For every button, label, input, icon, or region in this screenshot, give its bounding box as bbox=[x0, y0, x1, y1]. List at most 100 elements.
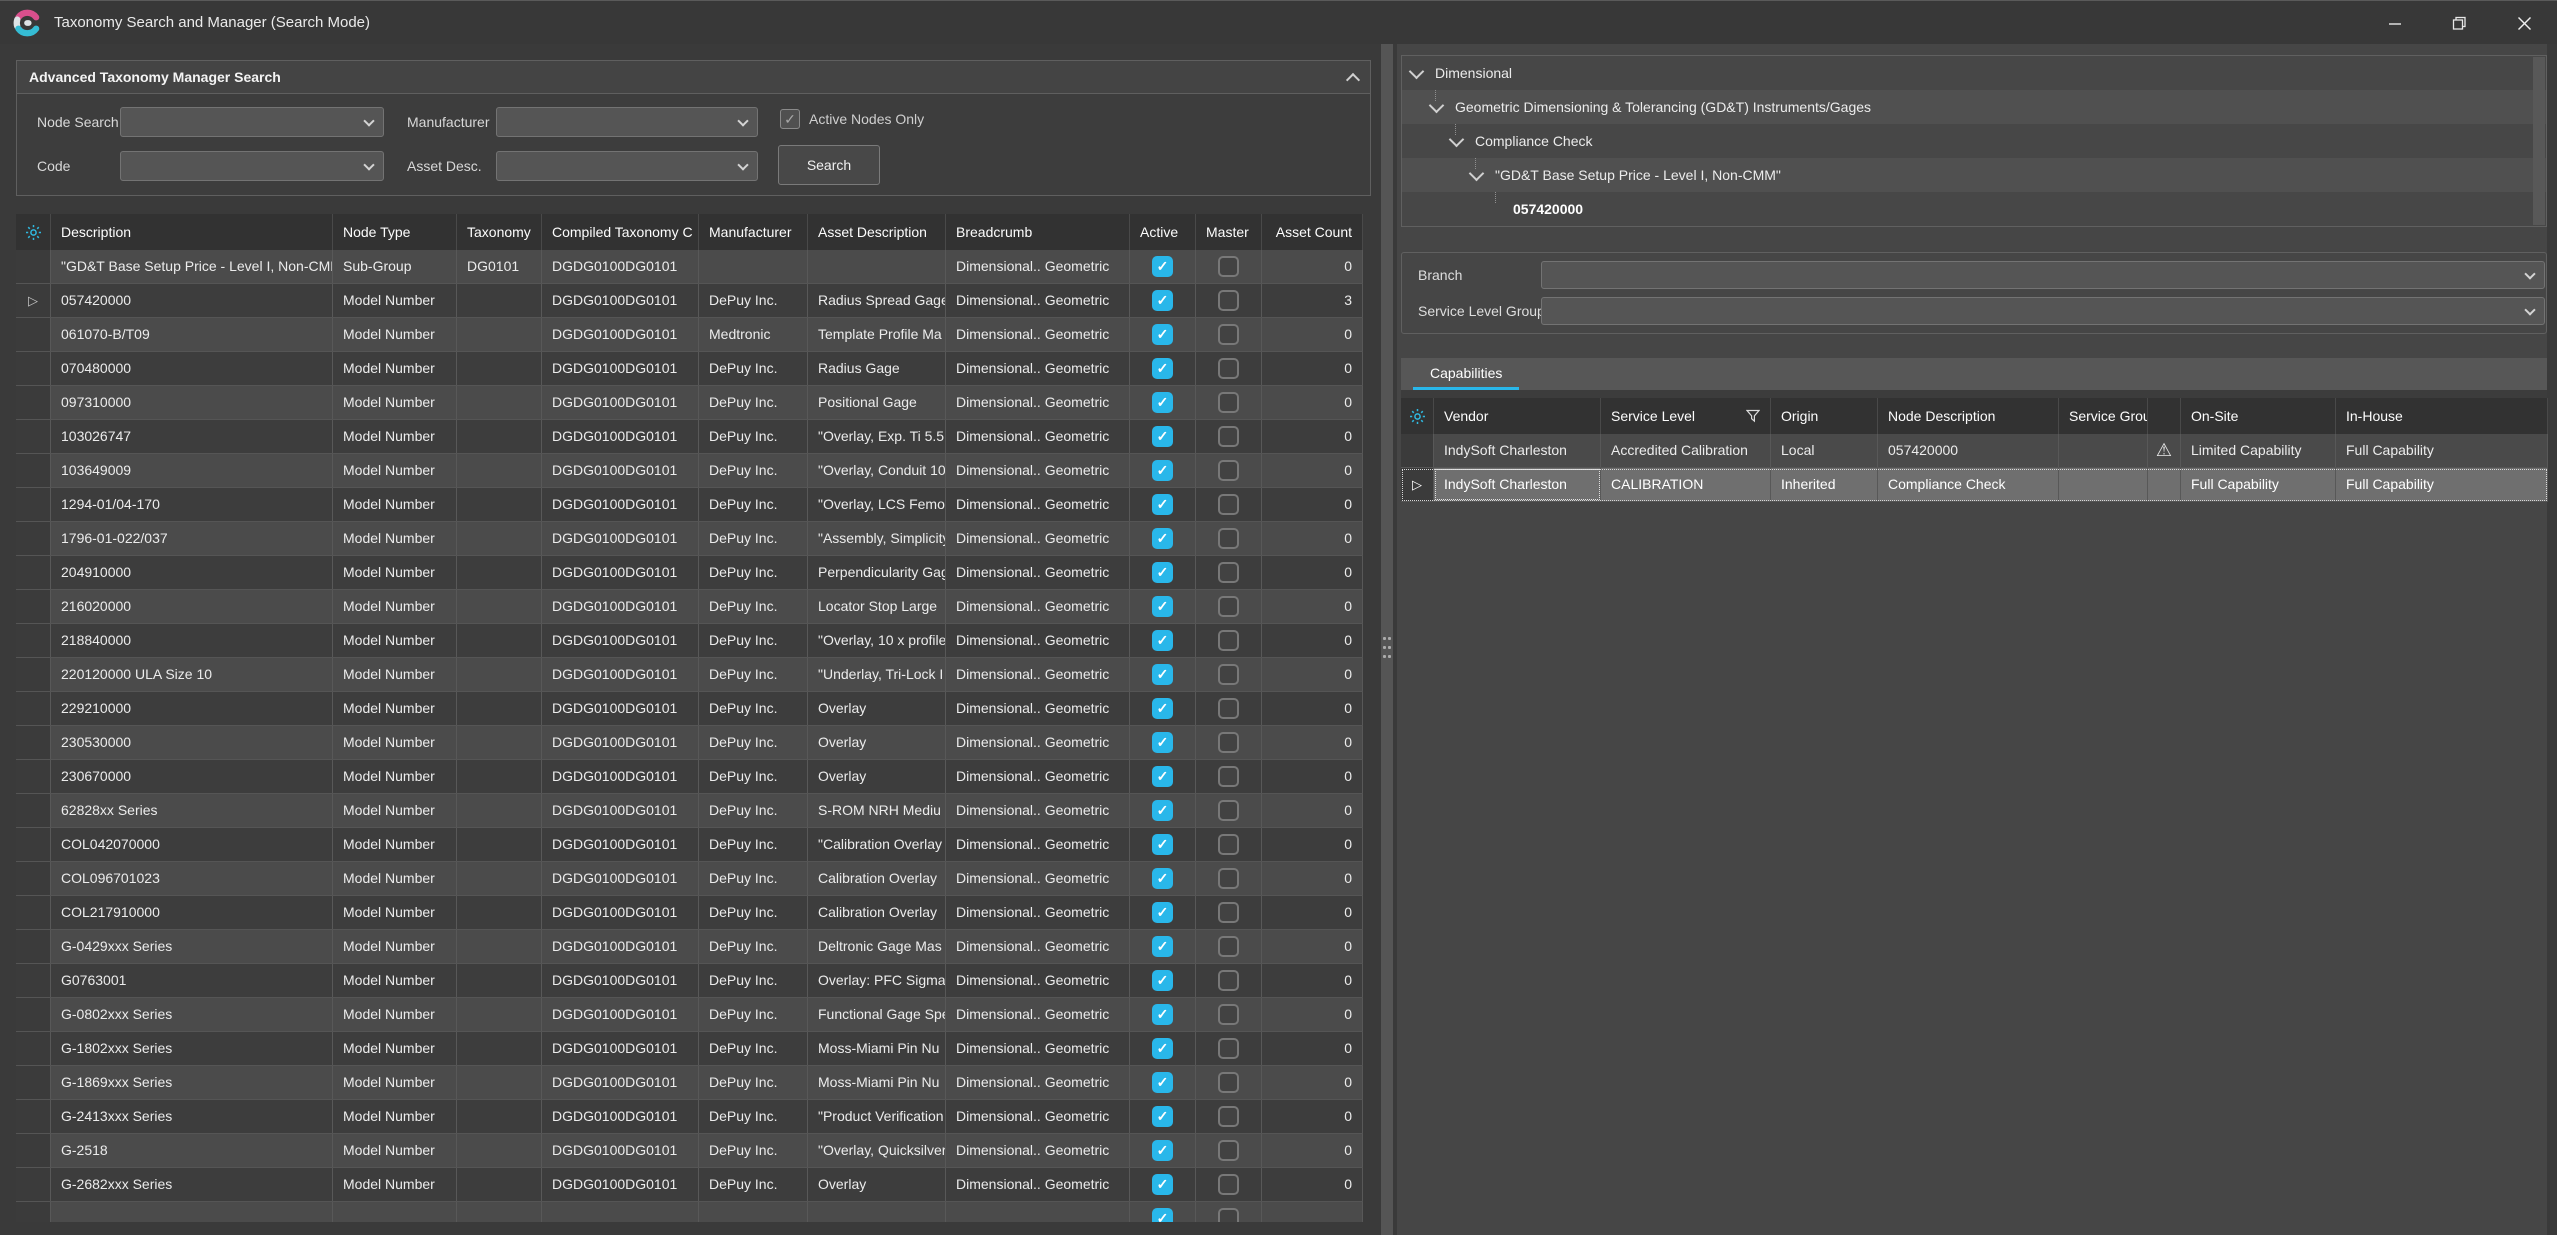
active-checkbox[interactable]: ✓ bbox=[1152, 256, 1173, 277]
active-checkbox[interactable]: ✓ bbox=[1152, 732, 1173, 753]
table-row[interactable]: 220120000 ULA Size 10Model NumberDGDG010… bbox=[16, 658, 1363, 692]
active-checkbox[interactable]: ✓ bbox=[1152, 630, 1173, 651]
table-row[interactable]: G-2682xxx SeriesModel NumberDGDG0100DG01… bbox=[16, 1168, 1363, 1202]
column-header-breadcrumb[interactable]: Breadcrumb bbox=[946, 214, 1130, 250]
table-row[interactable]: 097310000Model NumberDGDG0100DG0101DePuy… bbox=[16, 386, 1363, 420]
column-header-vendor[interactable]: Vendor bbox=[1434, 398, 1601, 434]
active-checkbox[interactable]: ✓ bbox=[1152, 596, 1173, 617]
master-checkbox[interactable] bbox=[1218, 766, 1239, 787]
master-checkbox[interactable] bbox=[1218, 1072, 1239, 1093]
restore-button[interactable] bbox=[2427, 1, 2492, 45]
node-search-combo[interactable] bbox=[120, 107, 384, 137]
master-checkbox[interactable] bbox=[1218, 868, 1239, 889]
capability-row[interactable]: IndySoft CharlestonAccredited Calibratio… bbox=[1401, 434, 2548, 468]
table-row[interactable]: G-1869xxx SeriesModel NumberDGDG0100DG01… bbox=[16, 1066, 1363, 1100]
active-checkbox[interactable]: ✓ bbox=[1152, 562, 1173, 583]
active-checkbox[interactable]: ✓ bbox=[1152, 290, 1173, 311]
close-button[interactable] bbox=[2492, 1, 2557, 45]
active-checkbox[interactable]: ✓ bbox=[1152, 800, 1173, 821]
manufacturer-combo[interactable] bbox=[496, 107, 758, 137]
master-checkbox[interactable] bbox=[1218, 460, 1239, 481]
column-header-manufacturer[interactable]: Manufacturer bbox=[699, 214, 808, 250]
tree-item-geometric-dimensioning-toleran[interactable]: Geometric Dimensioning & Tolerancing (GD… bbox=[1402, 90, 2546, 124]
column-header-description[interactable]: Description bbox=[51, 214, 333, 250]
master-checkbox[interactable] bbox=[1218, 494, 1239, 515]
master-checkbox[interactable] bbox=[1218, 562, 1239, 583]
table-row[interactable]: COL096701023Model NumberDGDG0100DG0101De… bbox=[16, 862, 1363, 896]
active-checkbox[interactable]: ✓ bbox=[1152, 392, 1173, 413]
table-row[interactable]: 62828xx SeriesModel NumberDGDG0100DG0101… bbox=[16, 794, 1363, 828]
active-checkbox[interactable]: ✓ bbox=[1152, 1072, 1173, 1093]
tree-item-compliance-check[interactable]: Compliance Check bbox=[1402, 124, 2546, 158]
active-checkbox[interactable]: ✓ bbox=[1152, 1140, 1173, 1161]
column-header-asset-count[interactable]: Asset Count bbox=[1262, 214, 1363, 250]
active-checkbox[interactable]: ✓ bbox=[1152, 936, 1173, 957]
column-header-taxonomy[interactable]: Taxonomy bbox=[457, 214, 542, 250]
master-checkbox[interactable] bbox=[1218, 1140, 1239, 1161]
column-header-asset-description[interactable]: Asset Description bbox=[808, 214, 946, 250]
active-checkbox[interactable]: ✓ bbox=[1152, 528, 1173, 549]
table-row[interactable]: G-0802xxx SeriesModel NumberDGDG0100DG01… bbox=[16, 998, 1363, 1032]
master-checkbox[interactable] bbox=[1218, 732, 1239, 753]
master-checkbox[interactable] bbox=[1218, 528, 1239, 549]
active-checkbox[interactable]: ✓ bbox=[1152, 698, 1173, 719]
master-checkbox[interactable] bbox=[1218, 630, 1239, 651]
table-row[interactable]: 218840000Model NumberDGDG0100DG0101DePuy… bbox=[16, 624, 1363, 658]
table-row[interactable]: 103026747Model NumberDGDG0100DG0101DePuy… bbox=[16, 420, 1363, 454]
tree-scrollbar[interactable] bbox=[2533, 57, 2545, 225]
master-checkbox[interactable] bbox=[1218, 970, 1239, 991]
table-row[interactable]: 229210000Model NumberDGDG0100DG0101DePuy… bbox=[16, 692, 1363, 726]
column-header-service-grou[interactable]: Service Grou bbox=[2059, 398, 2148, 434]
active-checkbox[interactable]: ✓ bbox=[1152, 902, 1173, 923]
table-row[interactable]: 070480000Model NumberDGDG0100DG0101DePuy… bbox=[16, 352, 1363, 386]
chevron-down-icon[interactable] bbox=[1429, 97, 1445, 113]
master-checkbox[interactable] bbox=[1218, 1174, 1239, 1195]
master-checkbox[interactable] bbox=[1218, 1038, 1239, 1059]
table-row[interactable]: ▷057420000Model NumberDGDG0100DG0101DePu… bbox=[16, 284, 1363, 318]
active-checkbox[interactable]: ✓ bbox=[1152, 358, 1173, 379]
table-row[interactable]: COL042070000Model NumberDGDG0100DG0101De… bbox=[16, 828, 1363, 862]
column-header-node-type[interactable]: Node Type bbox=[333, 214, 457, 250]
master-checkbox[interactable] bbox=[1218, 902, 1239, 923]
column-header-service-level[interactable]: Service Level bbox=[1601, 398, 1771, 434]
master-checkbox[interactable] bbox=[1218, 358, 1239, 379]
chevron-down-icon[interactable] bbox=[1409, 63, 1425, 79]
collapse-panel-button[interactable] bbox=[1342, 66, 1364, 88]
expand-arrow-icon[interactable]: ▷ bbox=[16, 284, 51, 317]
code-combo[interactable] bbox=[120, 151, 384, 181]
column-header-master[interactable]: Master bbox=[1196, 214, 1262, 250]
table-row[interactable]: 1294-01/04-170Model NumberDGDG0100DG0101… bbox=[16, 488, 1363, 522]
asset-desc-combo[interactable] bbox=[496, 151, 758, 181]
table-row[interactable]: G0763001Model NumberDGDG0100DG0101DePuy … bbox=[16, 964, 1363, 998]
active-checkbox[interactable]: ✓ bbox=[1152, 1106, 1173, 1127]
active-checkbox[interactable]: ✓ bbox=[1152, 1208, 1173, 1222]
active-checkbox[interactable]: ✓ bbox=[1152, 324, 1173, 345]
table-row[interactable]: 061070-B/T09Model NumberDGDG0100DG0101Me… bbox=[16, 318, 1363, 352]
master-checkbox[interactable] bbox=[1218, 290, 1239, 311]
tab-capabilities[interactable]: Capabilities bbox=[1413, 358, 1519, 390]
column-chooser-button[interactable] bbox=[1401, 398, 1434, 434]
master-checkbox[interactable] bbox=[1218, 426, 1239, 447]
master-checkbox[interactable] bbox=[1218, 1106, 1239, 1127]
column-header-compiled-taxonomy-c[interactable]: Compiled Taxonomy C bbox=[542, 214, 699, 250]
active-checkbox[interactable]: ✓ bbox=[1152, 460, 1173, 481]
column-header-on-site[interactable]: On-Site bbox=[2181, 398, 2336, 434]
active-nodes-only-checkbox[interactable]: ✓ bbox=[780, 109, 800, 129]
table-row[interactable]: 230530000Model NumberDGDG0100DG0101DePuy… bbox=[16, 726, 1363, 760]
table-row[interactable]: G-0429xxx SeriesModel NumberDGDG0100DG01… bbox=[16, 930, 1363, 964]
service-level-group-combo[interactable] bbox=[1541, 297, 2545, 325]
table-row[interactable]: 216020000Model NumberDGDG0100DG0101DePuy… bbox=[16, 590, 1363, 624]
expand-arrow-icon[interactable]: ▷ bbox=[1401, 468, 1434, 501]
column-header-active[interactable]: Active bbox=[1130, 214, 1196, 250]
tree-item-gd-t-base-setup-price-level-i-[interactable]: "GD&T Base Setup Price - Level I, Non-CM… bbox=[1402, 158, 2546, 192]
master-checkbox[interactable] bbox=[1218, 936, 1239, 957]
table-row[interactable]: 230670000Model NumberDGDG0100DG0101DePuy… bbox=[16, 760, 1363, 794]
master-checkbox[interactable] bbox=[1218, 324, 1239, 345]
chevron-down-icon[interactable] bbox=[1449, 131, 1465, 147]
active-checkbox[interactable]: ✓ bbox=[1152, 664, 1173, 685]
master-checkbox[interactable] bbox=[1218, 1004, 1239, 1025]
active-checkbox[interactable]: ✓ bbox=[1152, 494, 1173, 515]
filter-button[interactable] bbox=[1746, 409, 1760, 423]
active-checkbox[interactable]: ✓ bbox=[1152, 426, 1173, 447]
table-row[interactable]: 1796-01-022/037Model NumberDGDG0100DG010… bbox=[16, 522, 1363, 556]
